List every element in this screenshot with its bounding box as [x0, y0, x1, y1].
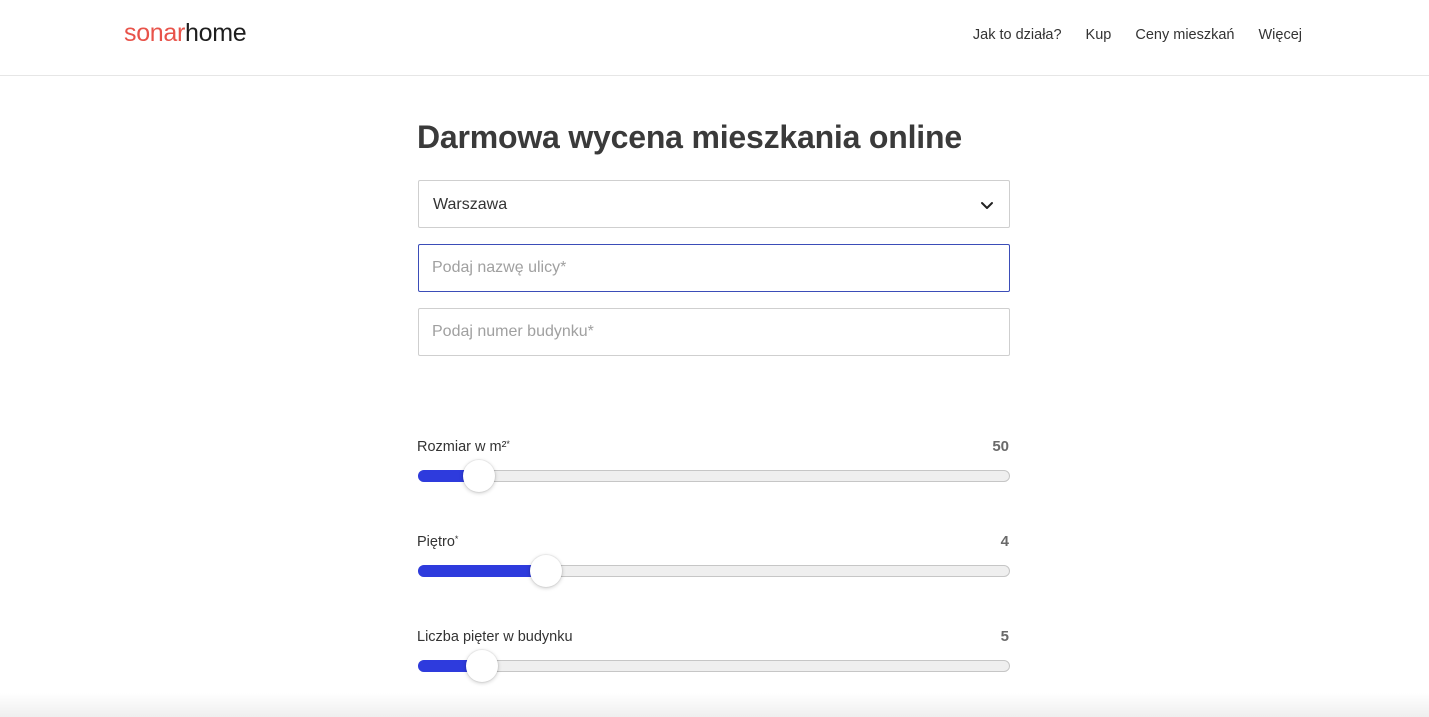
logo[interactable]: sonarhome [124, 17, 247, 49]
street-input[interactable] [419, 245, 1009, 291]
chevron-down-icon [981, 202, 993, 209]
city-select-value: Warszawa [433, 196, 508, 213]
slider-label: Liczba pięter w budynku [417, 628, 573, 646]
logo-part-home: home [185, 19, 247, 47]
required-mark: * [454, 534, 459, 544]
slider-track[interactable] [418, 660, 1010, 672]
slider-value: 4 [1000, 533, 1009, 550]
nav-item-prices[interactable]: Ceny mieszkań [1135, 26, 1234, 44]
nav-item-how-it-works[interactable]: Jak to działa? [973, 26, 1062, 44]
slider-thumb[interactable] [465, 650, 498, 682]
slider-label-text: Piętro [417, 534, 455, 550]
nav-item-buy[interactable]: Kup [1086, 26, 1112, 44]
nav-item-more[interactable]: Więcej [1258, 26, 1302, 44]
building-field [418, 308, 1010, 356]
building-number-input[interactable] [419, 309, 1009, 355]
slider-value: 50 [992, 438, 1009, 455]
bottom-shadow [0, 693, 1429, 717]
city-select[interactable]: Warszawa [418, 180, 1010, 228]
site-header: sonarhome Jak to działa? Kup Ceny mieszk… [0, 0, 1429, 76]
slider-fill [418, 565, 546, 577]
slider-label-text: Liczba pięter w budynku [417, 629, 573, 645]
slider-label: Piętro* [417, 533, 458, 551]
main-nav: Jak to działa? Kup Ceny mieszkań Więcej [973, 26, 1302, 44]
slider-value: 5 [1000, 628, 1009, 645]
page-title: Darmowa wycena mieszkania online [417, 119, 962, 155]
logo-part-sonar: sonar [124, 19, 186, 47]
required-mark: * [506, 439, 510, 449]
slider-label-text: Rozmiar w m² [417, 439, 507, 455]
slider-thumb[interactable] [529, 555, 562, 587]
slider-label: Rozmiar w m²* [417, 438, 510, 456]
street-field [418, 244, 1010, 292]
slider-track[interactable] [418, 470, 1010, 482]
slider-thumb[interactable] [462, 460, 495, 492]
